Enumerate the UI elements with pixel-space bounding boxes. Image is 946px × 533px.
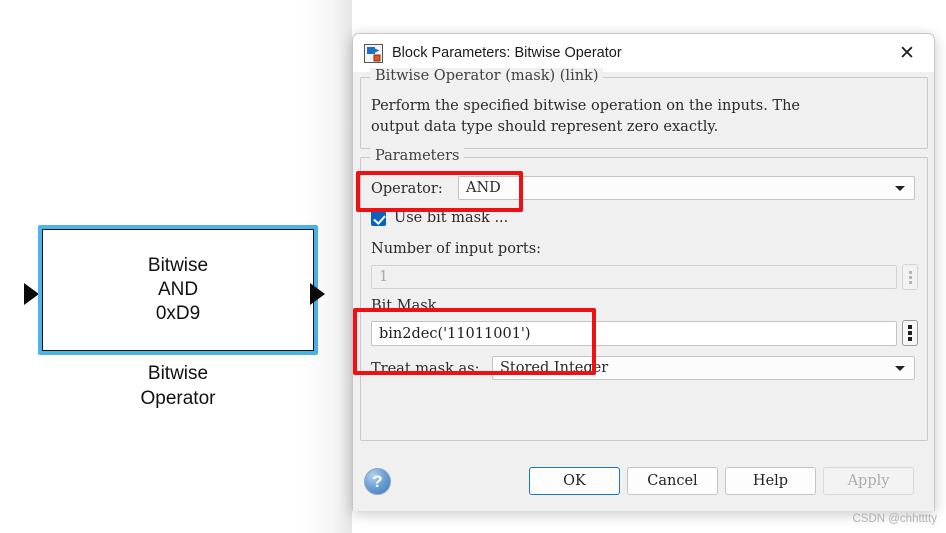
screen: Bitwise AND 0xD9 Bitwise Operator Block …	[0, 0, 946, 533]
vertical-ellipsis-icon	[902, 264, 918, 290]
operator-dropdown[interactable]: AND	[458, 176, 915, 200]
number-of-input-ports-label: Number of input ports:	[371, 241, 542, 257]
operator-label: Operator:	[371, 181, 443, 197]
ok-button[interactable]: OK	[529, 467, 620, 495]
block-body[interactable]: Bitwise AND 0xD9	[42, 229, 314, 351]
block-caption: Bitwise Operator	[140, 363, 216, 409]
close-icon[interactable]: ✕	[886, 37, 928, 69]
apply-button: Apply	[823, 467, 914, 495]
operator-value: AND	[466, 180, 501, 196]
output-port-icon	[310, 283, 325, 305]
block-label: Bitwise AND 0xD9	[147, 254, 209, 325]
treat-mask-as-dropdown[interactable]: Stored Integer	[492, 356, 915, 380]
checkmark-icon	[371, 210, 386, 226]
bit-mask-more-icon[interactable]	[902, 320, 918, 346]
watermark: CSDN @chhtttty	[852, 513, 937, 525]
treat-mask-as-label: Treat mask as:	[371, 361, 480, 377]
input-port-icon	[24, 283, 39, 305]
chevron-down-icon	[895, 366, 905, 371]
bitwise-operator-block[interactable]: Bitwise AND 0xD9	[38, 225, 318, 355]
simulink-canvas[interactable]: Bitwise AND 0xD9 Bitwise Operator	[0, 0, 352, 533]
treat-mask-as-value: Stored Integer	[500, 360, 609, 376]
dialog-titlebar[interactable]: Block Parameters: Bitwise Operator ✕	[353, 34, 934, 72]
bit-mask-input[interactable]: bin2dec('11011001')	[371, 321, 897, 346]
use-bit-mask-label: Use bit mask ...	[394, 210, 509, 226]
bit-mask-label: Bit Mask	[371, 298, 437, 314]
dialog-body: Bitwise Operator (mask) (link) Perform t…	[353, 68, 936, 511]
parameters-group-legend: Parameters	[370, 148, 465, 164]
use-bit-mask-checkbox[interactable]: Use bit mask ...	[371, 210, 508, 226]
block-parameters-dialog: Block Parameters: Bitwise Operator ✕ Bit…	[352, 33, 935, 511]
dialog-footer: ? OK Cancel Help Apply	[353, 455, 936, 511]
cancel-button[interactable]: Cancel	[627, 467, 718, 495]
help-circle-icon[interactable]: ?	[364, 468, 391, 495]
description-group-legend: Bitwise Operator (mask) (link)	[370, 68, 604, 84]
description-text: Perform the specified bitwise operation …	[371, 98, 801, 136]
description-group: Bitwise Operator (mask) (link) Perform t…	[360, 68, 928, 149]
number-of-input-ports-input: 1	[371, 265, 897, 289]
dialog-title: Block Parameters: Bitwise Operator	[392, 45, 622, 61]
simulink-block-icon	[364, 43, 383, 63]
parameters-group: Parameters Operator: AND Use bit mask ..…	[360, 148, 928, 441]
chevron-down-icon	[895, 186, 905, 191]
help-button[interactable]: Help	[725, 467, 816, 495]
